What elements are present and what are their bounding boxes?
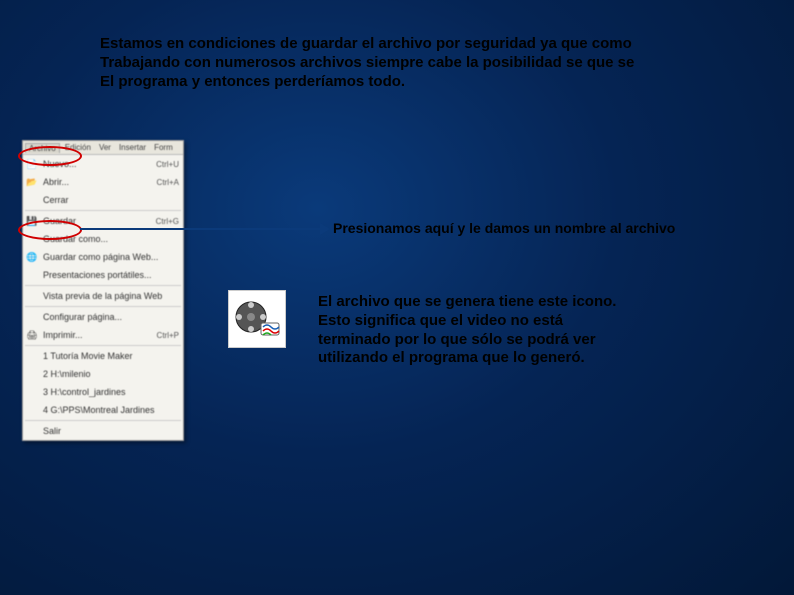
menu-label: Abrir... [43,177,153,187]
annotation-circle-guardar [18,220,82,240]
blank-icon [25,403,39,417]
menu-item-recent4: 4 G:\PPS\Montreal Jardines [23,401,183,419]
tab-insertar: Insertar [116,143,149,152]
menu-shortcut: Ctrl+P [157,331,179,340]
file-menu-screenshot: Archivo Edición Ver Insertar Form 📄 Nuev… [22,140,184,441]
menu-item-config-pagina: Configurar página... [23,308,183,326]
menu-item-presentaciones: Presentaciones portátiles... [23,266,183,284]
printer-icon: 🖨 [25,328,39,342]
tab-form: Form [151,143,176,152]
desc-line-1: El archivo que se genera tiene este icon… [318,293,616,310]
desc-line-4: utilizando el programa que lo generó. [318,349,585,366]
menu-label: Presentaciones portátiles... [43,270,179,280]
menu-label: Imprimir... [43,330,153,340]
tab-ver: Ver [96,143,114,152]
menu-label: 3 H:\control_jardines [43,387,179,397]
intro-line-1: Estamos en condiciones de guardar el arc… [100,35,632,52]
menu-label: Guardar como página Web... [43,252,179,262]
menu-label: Salir [43,426,179,436]
blank-icon [25,349,39,363]
menu-item-vista-previa: Vista previa de la página Web [23,287,183,305]
icon-description-paragraph: El archivo que se genera tiene este icon… [318,293,616,368]
menu-item-abrir: 📂 Abrir... Ctrl+A [23,173,183,191]
menu-label: 1 Tutoría Movie Maker [43,351,179,361]
menu-item-recent2: 2 H:\milenio [23,365,183,383]
menu-item-recent3: 3 H:\control_jardines [23,383,183,401]
menu-shortcut: Ctrl+A [157,178,179,187]
blank-icon [25,367,39,381]
menu-separator [25,306,181,307]
annotation-circle-archivo [18,146,82,166]
callout-text-guardar: Presionamos aquí y le damos un nombre al… [333,220,675,236]
web-icon: 🌐 [25,250,39,264]
blank-icon [25,424,39,438]
intro-line-2: Trabajando con numerosos archivos siempr… [100,54,634,71]
annotation-arrow-head [320,223,330,235]
menu-shortcut: Ctrl+G [156,217,179,226]
menu-separator [25,420,181,421]
desc-line-3: terminado por lo que sólo se podrá ver [318,331,596,348]
menu-label: 4 G:\PPS\Montreal Jardines [43,405,179,415]
menu-item-cerrar: Cerrar [23,191,183,209]
blank-icon [25,268,39,282]
menu-shortcut: Ctrl+U [156,160,179,169]
intro-line-3: El programa y entonces perderíamos todo. [100,73,405,90]
menu-item-imprimir: 🖨 Imprimir... Ctrl+P [23,326,183,344]
menu-item-salir: Salir [23,422,183,440]
menu-item-guardar-web: 🌐 Guardar como página Web... [23,248,183,266]
open-folder-icon: 📂 [25,175,39,189]
movie-maker-icon [228,290,286,348]
menu-label: Configurar página... [43,312,179,322]
menu-label: Cerrar [43,195,179,205]
menu-label: 2 H:\milenio [43,369,179,379]
annotation-arrow-line [80,228,323,230]
blank-icon [25,289,39,303]
intro-paragraph: Estamos en condiciones de guardar el arc… [100,35,634,91]
blank-icon [25,310,39,324]
menu-separator [25,285,181,286]
menu-separator [25,210,181,211]
blank-icon [25,385,39,399]
menu-separator [25,345,181,346]
menu-item-recent1: 1 Tutoría Movie Maker [23,347,183,365]
blank-icon [25,193,39,207]
menu-label: Vista previa de la página Web [43,291,179,301]
desc-line-2: Esto significa que el video no está [318,312,563,329]
